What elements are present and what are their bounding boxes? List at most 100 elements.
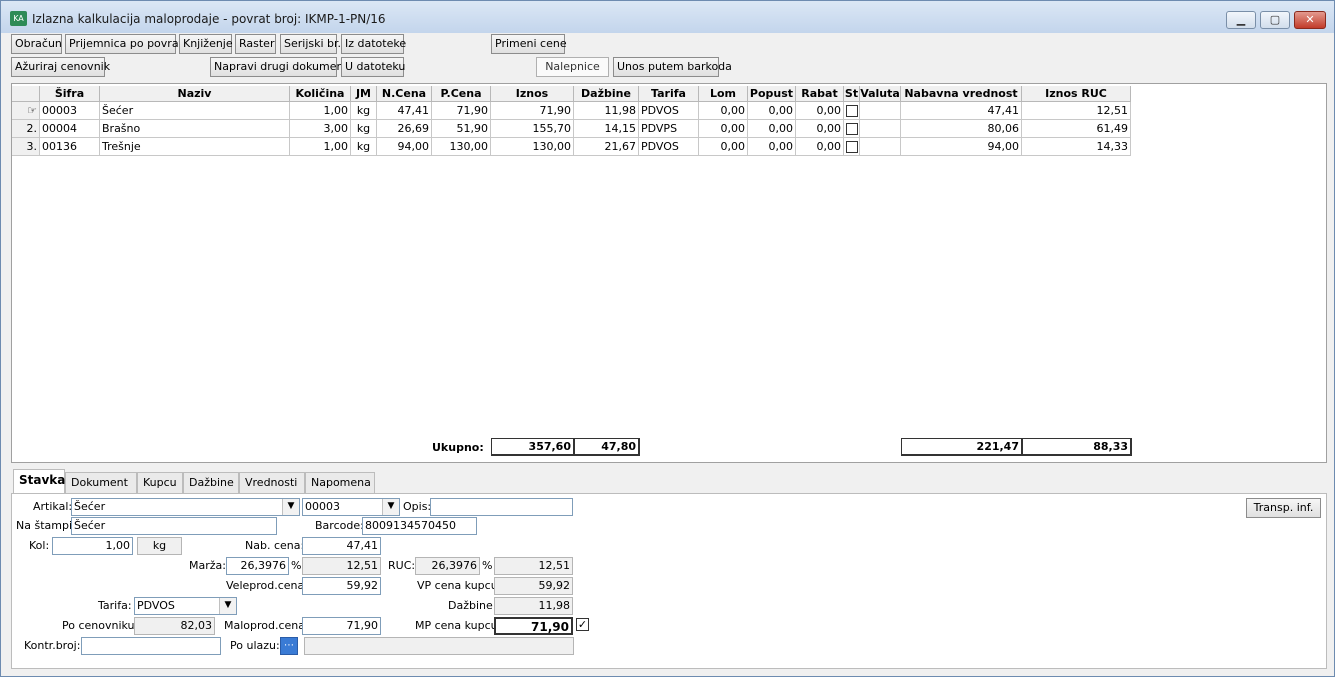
u-datoteku-button[interactable]: U datoteku <box>341 57 405 77</box>
minimize-button[interactable]: ▁ <box>1226 11 1256 29</box>
table-cell-nabavna[interactable]: 47,41 <box>901 102 1022 120</box>
table-cell-kolicina[interactable]: 3,00 <box>290 120 351 138</box>
items-grid[interactable]: Šifra Naziv Količina JM N.Cena P.Cena Iz… <box>11 83 1327 463</box>
table-cell-valuta[interactable] <box>860 138 901 156</box>
table-cell-ncena[interactable]: 94,00 <box>377 138 432 156</box>
table-cell-ruc[interactable]: 12,51 <box>1022 102 1131 120</box>
table-cell-ncena[interactable]: 47,41 <box>377 102 432 120</box>
table-cell-nabavna[interactable]: 80,06 <box>901 120 1022 138</box>
tab-vrednosti[interactable]: Vrednosti <box>239 472 305 493</box>
primeni-cene-button[interactable]: Primeni cene <box>491 34 567 54</box>
veleprod-input[interactable]: 59,92 <box>302 577 381 595</box>
table-cell-jm[interactable]: kg <box>351 138 377 156</box>
row-pointer-icon[interactable]: ☞ <box>12 102 40 120</box>
row-number[interactable]: 2. <box>12 120 40 138</box>
table-cell-kolicina[interactable]: 1,00 <box>290 102 351 120</box>
table-cell-popust[interactable]: 0,00 <box>748 138 796 156</box>
nab-cena-input[interactable]: 47,41 <box>302 537 381 555</box>
barcode-input[interactable]: 8009134570450 <box>362 517 477 535</box>
table-cell-dazbine[interactable]: 21,67 <box>574 138 639 156</box>
table-cell-sifra[interactable]: 00004 <box>40 120 100 138</box>
table-cell-st[interactable] <box>844 138 860 156</box>
table-cell-popust[interactable]: 0,00 <box>748 120 796 138</box>
chevron-down-icon[interactable]: ▼ <box>282 499 299 515</box>
table-cell-iznos[interactable]: 130,00 <box>491 138 574 156</box>
serijski-br-button[interactable]: Serijski br. <box>280 34 341 54</box>
table-cell-lom[interactable]: 0,00 <box>699 102 748 120</box>
header-lom[interactable]: Lom <box>699 86 748 102</box>
raster-button[interactable]: Raster <box>235 34 276 54</box>
table-cell-ncena[interactable]: 26,69 <box>377 120 432 138</box>
po-ulazu-lookup-icon[interactable]: ⋯ <box>280 637 298 655</box>
tarifa-select[interactable]: PDVOS ▼ <box>134 597 237 615</box>
table-cell-rabat[interactable]: 0,00 <box>796 102 844 120</box>
header-iznos[interactable]: Iznos <box>491 86 574 102</box>
table-cell-sifra[interactable]: 00136 <box>40 138 100 156</box>
tab-dazbine[interactable]: Dažbine <box>183 472 239 493</box>
table-cell-pcena[interactable]: 51,90 <box>432 120 491 138</box>
table-cell-kolicina[interactable]: 1,00 <box>290 138 351 156</box>
table-cell-sifra[interactable]: 00003 <box>40 102 100 120</box>
header-popust[interactable]: Popust <box>748 86 796 102</box>
table-cell-popust[interactable]: 0,00 <box>748 102 796 120</box>
tab-dokument[interactable]: Dokument <box>65 472 137 493</box>
table-cell-jm[interactable]: kg <box>351 120 377 138</box>
table-cell-dazbine[interactable]: 11,98 <box>574 102 639 120</box>
header-nabavna-vrednost[interactable]: Nabavna vrednost <box>901 86 1022 102</box>
maximize-button[interactable]: ▢ <box>1260 11 1290 29</box>
table-cell-naziv[interactable]: Šećer <box>100 102 290 120</box>
nalepnice-button[interactable]: Nalepnice <box>536 57 609 77</box>
table-cell-valuta[interactable] <box>860 120 901 138</box>
tab-napomena[interactable]: Napomena <box>305 472 375 493</box>
table-cell-tarifa[interactable]: PDVOS <box>639 102 699 120</box>
sifra-select[interactable]: 00003 ▼ <box>302 498 400 516</box>
table-cell-pcena[interactable]: 71,90 <box>432 102 491 120</box>
table-cell-valuta[interactable] <box>860 102 901 120</box>
table-cell-dazbine[interactable]: 14,15 <box>574 120 639 138</box>
header-ncena[interactable]: N.Cena <box>377 86 432 102</box>
tab-kupcu[interactable]: Kupcu <box>137 472 183 493</box>
table-cell-st[interactable] <box>844 102 860 120</box>
header-jm[interactable]: JM <box>351 86 377 102</box>
unos-putem-barkoda-button[interactable]: Unos putem barkoda <box>613 57 732 77</box>
table-cell-lom[interactable]: 0,00 <box>699 138 748 156</box>
table-cell-lom[interactable]: 0,00 <box>699 120 748 138</box>
mp-kupcu-checkbox[interactable]: ✓ <box>576 618 589 631</box>
header-sifra[interactable]: Šifra <box>40 86 100 102</box>
header-valuta[interactable]: Valuta <box>860 86 901 102</box>
table-cell-naziv[interactable]: Brašno <box>100 120 290 138</box>
maloprod-input[interactable]: 71,90 <box>302 617 381 635</box>
table-cell-iznos[interactable]: 155,70 <box>491 120 574 138</box>
kol-input[interactable]: 1,00 <box>52 537 133 555</box>
header-tarifa[interactable]: Tarifa <box>639 86 699 102</box>
table-cell-rabat[interactable]: 0,00 <box>796 138 844 156</box>
transp-inf-button[interactable]: Transp. inf. <box>1246 498 1321 518</box>
table-cell-ruc[interactable]: 14,33 <box>1022 138 1131 156</box>
header-iznos-ruc[interactable]: Iznos RUC <box>1022 86 1131 102</box>
table-cell-iznos[interactable]: 71,90 <box>491 102 574 120</box>
obracun-button[interactable]: Obračun <box>11 34 62 54</box>
row-number[interactable]: 3. <box>12 138 40 156</box>
table-cell-tarifa[interactable]: PDVPS <box>639 120 699 138</box>
header-kolicina[interactable]: Količina <box>290 86 351 102</box>
prijemnica-po-povratu-button[interactable]: Prijemnica po povratu <box>65 34 190 54</box>
tab-stavka[interactable]: Stavka <box>13 469 65 493</box>
st-checkbox[interactable] <box>845 105 858 117</box>
table-cell-tarifa[interactable]: PDVOS <box>639 138 699 156</box>
table-cell-st[interactable] <box>844 120 860 138</box>
table-cell-jm[interactable]: kg <box>351 102 377 120</box>
header-naziv[interactable]: Naziv <box>100 86 290 102</box>
header-dazbine[interactable]: Dažbine <box>574 86 639 102</box>
na-stampi-input[interactable]: Šećer <box>71 517 277 535</box>
napravi-drugi-dokument-button[interactable]: Napravi drugi dokument <box>210 57 348 77</box>
header-st[interactable]: St <box>844 86 860 102</box>
table-cell-rabat[interactable]: 0,00 <box>796 120 844 138</box>
opis-input[interactable] <box>430 498 573 516</box>
kontr-broj-input[interactable] <box>81 637 221 655</box>
marza-pct-input[interactable]: 26,3976 <box>226 557 289 575</box>
header-rabat[interactable]: Rabat <box>796 86 844 102</box>
iz-datoteke-button[interactable]: Iz datoteke <box>341 34 406 54</box>
close-button[interactable]: ✕ <box>1294 11 1326 29</box>
mp-kupcu-input[interactable]: 71,90 <box>494 617 573 635</box>
table-cell-ruc[interactable]: 61,49 <box>1022 120 1131 138</box>
